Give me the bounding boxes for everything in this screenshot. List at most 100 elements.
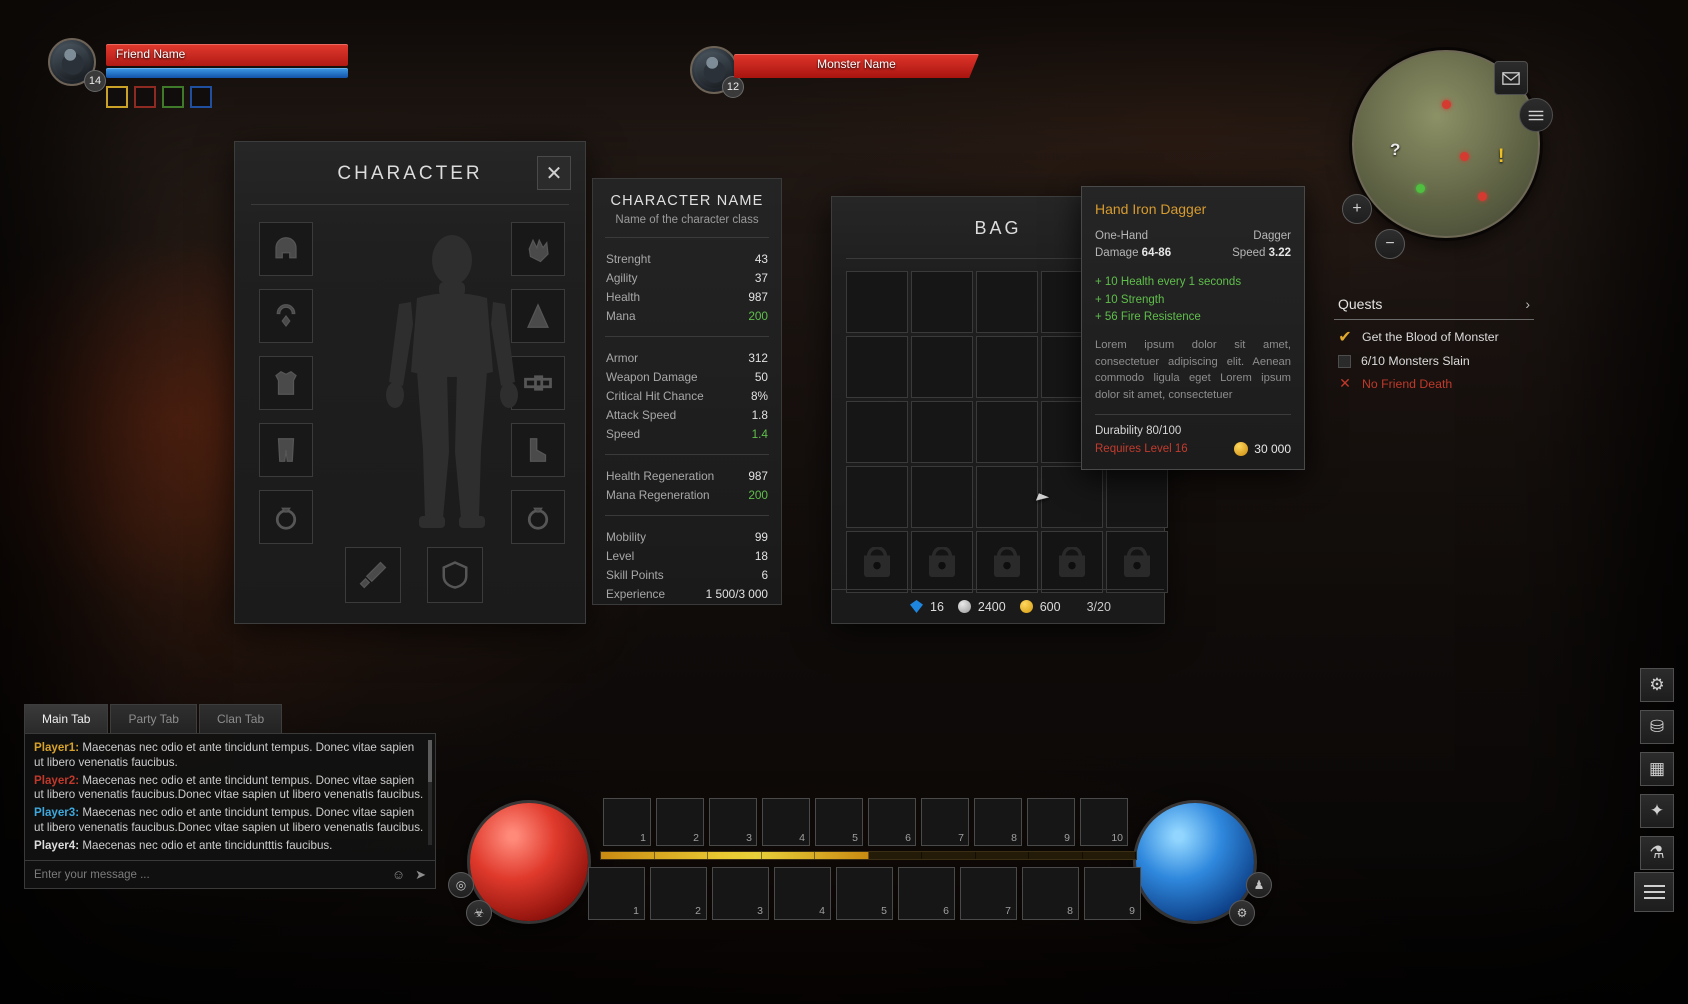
main-menu-button[interactable]	[1634, 872, 1674, 912]
chat-tab-0[interactable]: Main Tab	[24, 704, 109, 733]
bag-slot[interactable]	[846, 336, 908, 398]
ring-left-slot[interactable]	[259, 490, 313, 544]
sword-icon	[359, 561, 387, 589]
chevron-right-icon[interactable]: ›	[1525, 296, 1530, 312]
trophy-button[interactable]: ☣	[466, 900, 492, 926]
item-slot[interactable]: 7	[960, 867, 1017, 920]
quest-text: No Friend Death	[1362, 376, 1453, 391]
bag-slot-locked[interactable]	[846, 531, 908, 593]
item-slot[interactable]: 9	[1084, 867, 1141, 920]
question-marker-icon[interactable]: ?	[1390, 140, 1400, 160]
chat-tab-1[interactable]: Party Tab	[110, 704, 197, 733]
stat-value: 8%	[750, 388, 768, 403]
spellbook-button[interactable]: ⚙	[1229, 900, 1255, 926]
item-slot[interactable]: 5	[836, 867, 893, 920]
pants-slot[interactable]	[259, 423, 313, 477]
stat-row: Experience 1 500/3 000	[593, 584, 781, 603]
item-slot[interactable]: 8	[1022, 867, 1079, 920]
weapon-slot[interactable]	[345, 547, 401, 603]
skill-slot-key: 5	[852, 832, 858, 844]
skill-slot[interactable]: 2	[656, 798, 704, 846]
stat-value: 312	[748, 350, 768, 365]
skill-slot[interactable]: 3	[709, 798, 757, 846]
bag-slot[interactable]	[1041, 466, 1103, 528]
minimap-zoom-out-button[interactable]: −	[1375, 229, 1405, 259]
skill-slot[interactable]: 8	[974, 798, 1022, 846]
quest-header[interactable]: Quests ›	[1334, 296, 1534, 319]
buff-slot[interactable]	[106, 86, 128, 108]
chat-input-row[interactable]: Enter your message ... ☺ ➤	[24, 861, 436, 889]
inventory-button[interactable]: ⛁	[1640, 710, 1674, 744]
skill-slot[interactable]: 5	[815, 798, 863, 846]
chat-scrollbar-thumb[interactable]	[428, 740, 432, 782]
item-slot[interactable]: 6	[898, 867, 955, 920]
skill-slot[interactable]: 9	[1027, 798, 1075, 846]
skill-slot[interactable]: 4	[762, 798, 810, 846]
monster-target-frame[interactable]: 12 Monster Name	[690, 46, 979, 98]
emote-icon[interactable]: ☺	[392, 867, 405, 882]
bag-slot[interactable]	[1106, 466, 1168, 528]
bag-slot[interactable]	[846, 401, 908, 463]
item-slot-key: 9	[1129, 905, 1135, 917]
amulet-slot[interactable]	[259, 289, 313, 343]
character-button[interactable]: ♟	[1246, 872, 1272, 898]
target-button[interactable]: ◎	[448, 872, 474, 898]
bag-slot-locked[interactable]	[1106, 531, 1168, 593]
tooltip-requirement-row: Requires Level 16 30 000	[1095, 442, 1291, 457]
chat-input[interactable]: Enter your message ...	[34, 869, 382, 881]
minimap-zoom-in-button[interactable]: +	[1342, 194, 1372, 224]
bag-slot[interactable]	[976, 336, 1038, 398]
exclamation-marker-icon[interactable]: !	[1498, 146, 1504, 168]
bag-slot[interactable]	[976, 271, 1038, 333]
menu-icon[interactable]	[1519, 98, 1553, 132]
divider	[605, 515, 769, 516]
map-button[interactable]: ▦	[1640, 752, 1674, 786]
chat-messages[interactable]: Player1: Maecenas nec odio et ante tinci…	[24, 733, 436, 861]
mail-icon[interactable]	[1494, 61, 1528, 95]
skill-slot[interactable]: 10	[1080, 798, 1128, 846]
close-icon[interactable]: ✕	[537, 156, 571, 190]
bag-slot[interactable]	[911, 401, 973, 463]
bag-slot[interactable]	[976, 466, 1038, 528]
bag-slot[interactable]	[846, 466, 908, 528]
tooltip-price: 30 000	[1234, 442, 1291, 457]
shield-slot[interactable]	[427, 547, 483, 603]
bag-slot[interactable]	[911, 466, 973, 528]
bag-slot[interactable]	[911, 271, 973, 333]
skill-slot[interactable]: 7	[921, 798, 969, 846]
bag-slot[interactable]	[911, 336, 973, 398]
chest-slot[interactable]	[259, 356, 313, 410]
quest-item[interactable]: ✕ No Friend Death	[1334, 368, 1534, 392]
skill-slot[interactable]: 6	[868, 798, 916, 846]
skill-slot-key: 6	[905, 832, 911, 844]
buff-slot[interactable]	[162, 86, 184, 108]
stat-value: 6	[761, 567, 768, 582]
item-slot[interactable]: 3	[712, 867, 769, 920]
bag-slot-locked[interactable]	[976, 531, 1038, 593]
quest-item[interactable]: ✔ Get the Blood of Monster	[1334, 320, 1534, 347]
bag-slot[interactable]	[976, 401, 1038, 463]
tooltip-affix: + 56 Fire Resistence	[1095, 310, 1201, 323]
buff-slot[interactable]	[134, 86, 156, 108]
quest-item[interactable]: 6/10 Monsters Slain	[1334, 347, 1534, 368]
chat-message: Player2: Maecenas nec odio et ante tinci…	[34, 774, 426, 804]
item-slot[interactable]: 4	[774, 867, 831, 920]
send-icon[interactable]: ➤	[415, 867, 426, 883]
potions-button[interactable]: ⚗	[1640, 836, 1674, 870]
bag-slot-locked[interactable]	[1041, 531, 1103, 593]
stat-label: Armor	[606, 350, 639, 365]
bag-slot-locked[interactable]	[911, 531, 973, 593]
tooltip-speed-label: Speed	[1232, 246, 1266, 259]
item-slot[interactable]: 2	[650, 867, 707, 920]
chat-tab-2[interactable]: Clan Tab	[198, 704, 283, 733]
helmet-slot[interactable]	[259, 222, 313, 276]
buff-slot[interactable]	[190, 86, 212, 108]
skills-button[interactable]: ✦	[1640, 794, 1674, 828]
chat-scrollbar[interactable]	[428, 740, 432, 845]
item-slot[interactable]: 1	[588, 867, 645, 920]
party-member-frame[interactable]: 14 Friend Name	[48, 38, 348, 118]
bag-slot[interactable]	[846, 271, 908, 333]
skill-slot[interactable]: 1	[603, 798, 651, 846]
settings-button[interactable]: ⚙	[1640, 668, 1674, 702]
stat-row: Agility 37	[593, 268, 781, 287]
